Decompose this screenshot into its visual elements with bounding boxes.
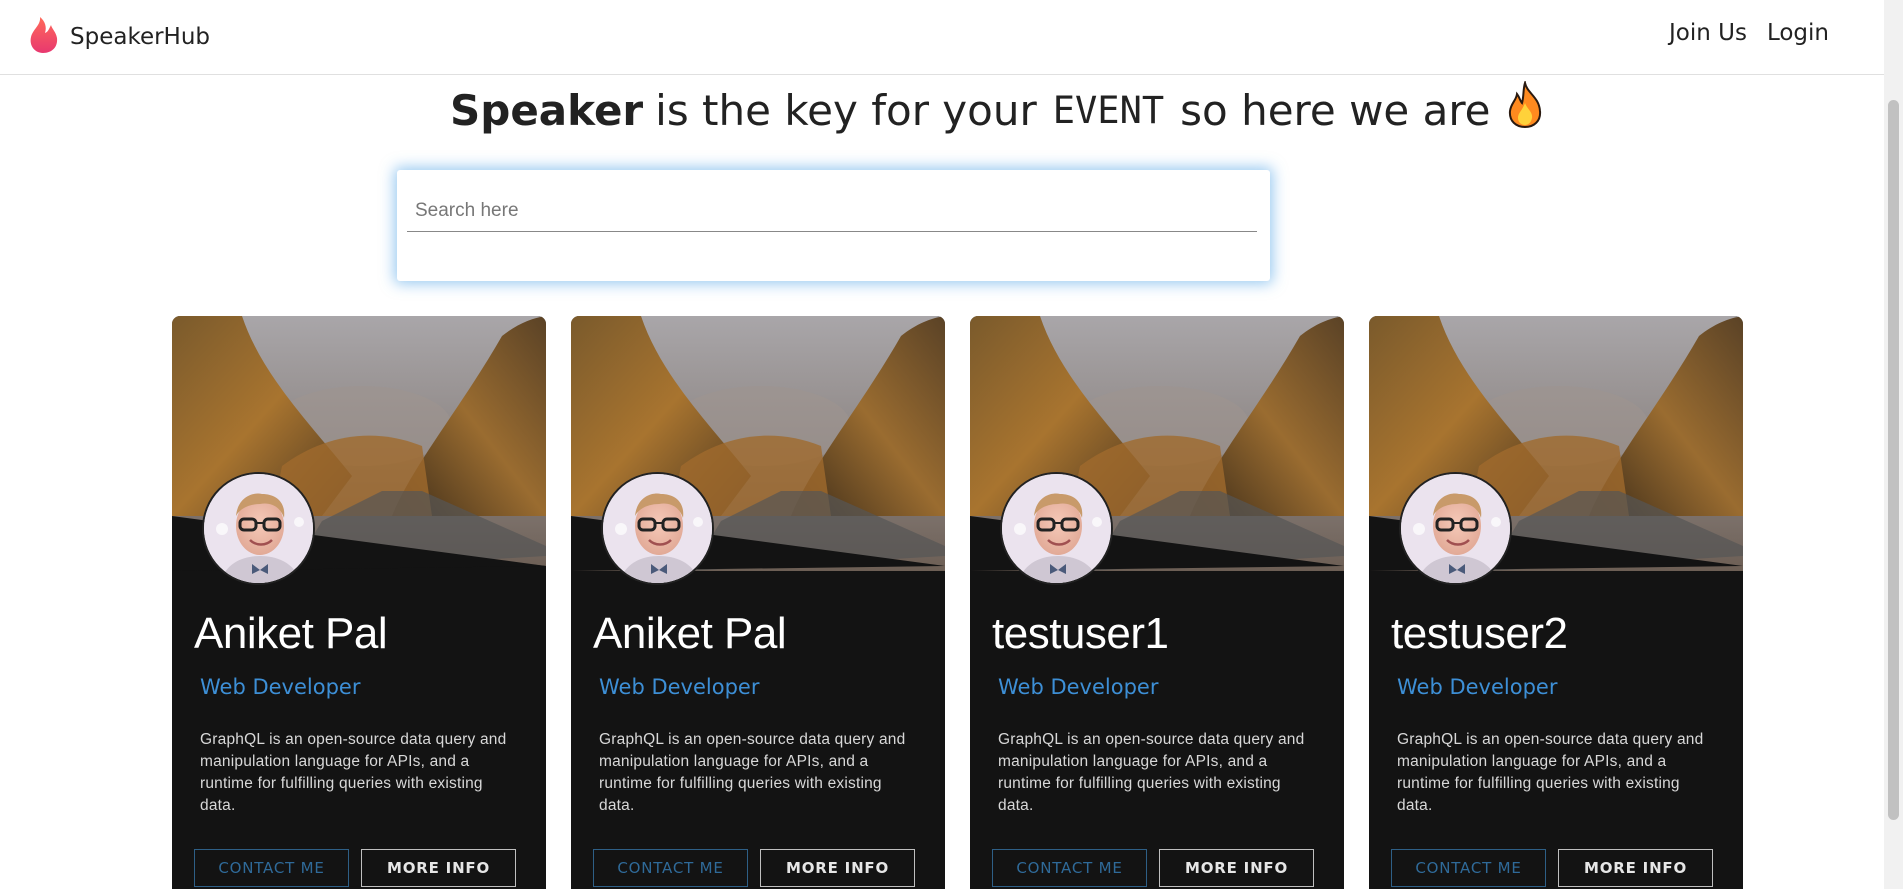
join-us-link[interactable]: Join Us — [1669, 20, 1747, 46]
headline-event: EVENT — [1052, 88, 1165, 132]
speaker-description: GraphQL is an open-source data query and… — [599, 731, 906, 814]
speaker-card: Aniket Pal Web Developer GraphQL is an o… — [172, 316, 546, 889]
speaker-description: GraphQL is an open-source data query and… — [1397, 731, 1704, 814]
page-headline: Speaker is the key for your EVENT so her… — [450, 79, 1545, 140]
fire-icon — [1505, 79, 1545, 139]
speaker-name: Aniket Pal — [194, 609, 388, 658]
speaker-card: Aniket Pal Web Developer GraphQL is an o… — [571, 316, 945, 889]
speaker-role: Web Developer — [998, 675, 1159, 699]
headline-middle: is the key for your — [655, 85, 1037, 135]
more-info-button[interactable]: MORE INFO — [361, 849, 516, 887]
page-scrollbar[interactable] — [1884, 0, 1903, 889]
search-card — [397, 170, 1270, 281]
speaker-card: testuser2 Web Developer GraphQL is an op… — [1369, 316, 1743, 889]
contact-me-button[interactable]: CONTACT ME — [1391, 849, 1546, 887]
more-info-button[interactable]: MORE INFO — [1558, 849, 1713, 887]
nav-links: Join Us Login — [1669, 20, 1829, 46]
speaker-role: Web Developer — [1397, 675, 1558, 699]
contact-me-button[interactable]: CONTACT ME — [992, 849, 1147, 887]
speaker-role: Web Developer — [599, 675, 760, 699]
contact-me-button[interactable]: CONTACT ME — [194, 849, 349, 887]
avatar — [601, 472, 714, 585]
speaker-card: testuser1 Web Developer GraphQL is an op… — [970, 316, 1344, 889]
contact-me-button[interactable]: CONTACT ME — [593, 849, 748, 887]
more-info-button[interactable]: MORE INFO — [760, 849, 915, 887]
brand-name: SpeakerHub — [70, 24, 211, 50]
speaker-role: Web Developer — [200, 675, 361, 699]
speaker-name: Aniket Pal — [593, 609, 787, 658]
speaker-description: GraphQL is an open-source data query and… — [200, 731, 507, 814]
flame-logo-icon — [26, 15, 60, 60]
avatar — [202, 472, 315, 585]
scrollbar-thumb[interactable] — [1888, 100, 1899, 820]
login-link[interactable]: Login — [1767, 20, 1829, 46]
brand[interactable]: SpeakerHub — [26, 15, 210, 60]
avatar — [1000, 472, 1113, 585]
headline-bold: Speaker — [450, 85, 644, 135]
speaker-cards: Aniket Pal Web Developer GraphQL is an o… — [172, 316, 1743, 889]
navbar: SpeakerHub Join Us Login — [0, 0, 1884, 75]
more-info-button[interactable]: MORE INFO — [1159, 849, 1314, 887]
avatar — [1399, 472, 1512, 585]
speaker-description: GraphQL is an open-source data query and… — [998, 731, 1305, 814]
speaker-name: testuser1 — [992, 609, 1169, 658]
headline-tail: so here we are — [1180, 85, 1491, 135]
search-input[interactable] — [407, 190, 1257, 232]
speaker-name: testuser2 — [1391, 609, 1568, 658]
